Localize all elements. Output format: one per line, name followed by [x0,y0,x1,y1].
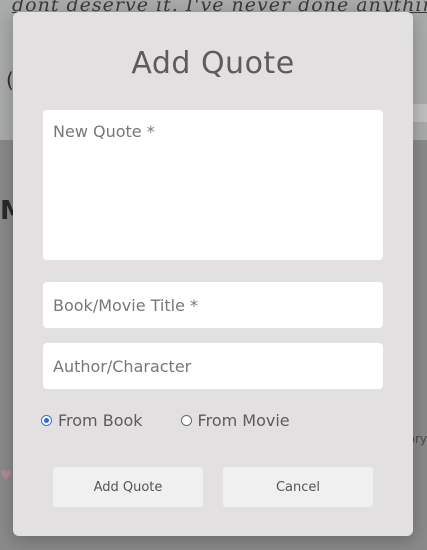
add-quote-modal: Add Quote From Book From Movie Add Quote… [13,12,413,536]
from-book-radio[interactable] [41,415,52,426]
new-quote-input[interactable] [43,110,383,260]
page: dont deserve it. I've never done anythin… [0,0,427,550]
from-movie-option[interactable]: From Movie [180,411,290,430]
cancel-button[interactable]: Cancel [223,467,373,507]
author-character-input[interactable] [43,343,383,389]
from-book-label: From Book [58,411,143,430]
from-movie-radio[interactable] [180,415,192,426]
add-quote-button[interactable]: Add Quote [53,467,203,507]
background-tab [413,104,427,122]
source-radio-group: From Book From Movie [41,411,328,430]
from-book-option[interactable]: From Book [41,411,143,430]
heart-icon: ♥ [0,468,13,484]
book-movie-title-input[interactable] [43,282,383,328]
from-movie-label: From Movie [197,411,290,430]
modal-title: Add Quote [131,46,295,81]
